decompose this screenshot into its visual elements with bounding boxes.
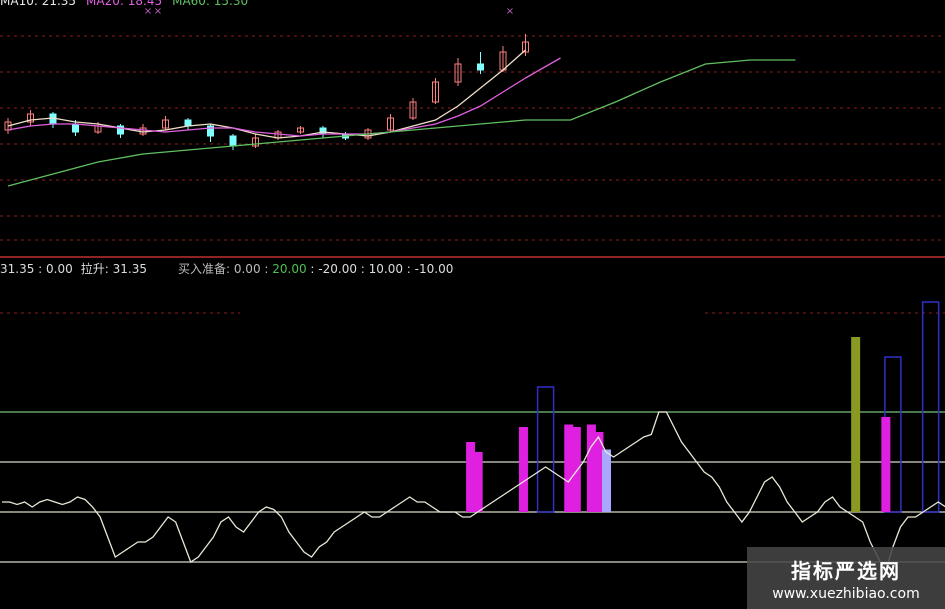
x-mark: × bbox=[506, 6, 514, 17]
signal-bars bbox=[466, 337, 891, 512]
signal-bar bbox=[473, 452, 483, 512]
header-text: 拉升: 31.35 bbox=[80, 262, 147, 276]
moving-averages bbox=[7, 49, 796, 187]
signal-box bbox=[536, 386, 555, 513]
ma-line-ma60 bbox=[7, 59, 796, 187]
indicator-header-left: 31.35 : 0.00 拉升: 31.35 bbox=[0, 260, 155, 277]
candle-body bbox=[477, 63, 484, 71]
signal-bar bbox=[881, 417, 891, 512]
signal-bar bbox=[602, 449, 611, 512]
indicator-header-right: 买入准备: 0.00 : 20.00 : -20.00 : 10.00 : -1… bbox=[178, 260, 453, 277]
signal-bar bbox=[571, 427, 581, 512]
header-text: : -20.00 : 10.00 : -10.00 bbox=[306, 262, 454, 276]
watermark-title: 指标严选网 bbox=[791, 558, 901, 583]
watermark: 指标严选网 www.xuezhibiao.com bbox=[747, 547, 945, 609]
candle-body bbox=[72, 123, 79, 133]
stock-chart: × × × bbox=[0, 6, 945, 574]
header-text: 买入准备: 0.00 : bbox=[178, 262, 273, 276]
candle-body bbox=[229, 135, 237, 147]
header-text: 31.35 : 0.00 bbox=[0, 262, 73, 276]
watermark-url: www.xuezhibiao.com bbox=[772, 585, 920, 602]
header-text: MA20: 18.45 bbox=[86, 0, 163, 8]
candle-body bbox=[319, 127, 327, 135]
signal-bar bbox=[851, 337, 861, 512]
ma20-tail bbox=[525, 57, 561, 79]
price-header: MA10: 21.35 MA20: 18.45 MA60: 15.30 bbox=[0, 0, 258, 8]
header-text: 20.00 bbox=[272, 262, 307, 276]
header-text: MA60: 15.30 bbox=[172, 0, 249, 8]
candle-body bbox=[184, 119, 192, 127]
signal-box bbox=[921, 301, 940, 513]
header-text: MA10: 21.35 bbox=[0, 0, 77, 8]
signal-bar bbox=[518, 427, 528, 512]
